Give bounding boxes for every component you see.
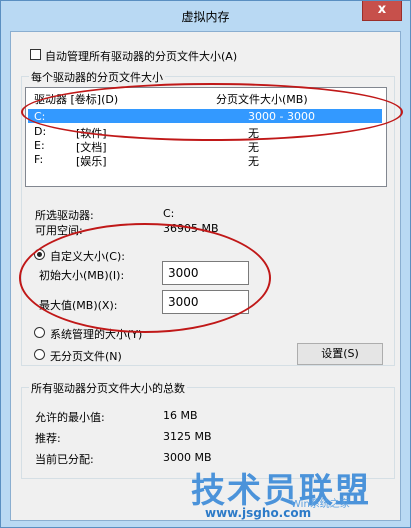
drive-row-f[interactable]: F: [娱乐] 无 (28, 152, 382, 168)
totals-group-label: 所有驱动器分页文件大小的总数 (29, 380, 187, 396)
close-button[interactable]: x (362, 1, 402, 21)
annotation-ellipse-drive-c (21, 83, 403, 141)
no-paging-file-radio[interactable] (34, 349, 45, 360)
window-title: 虚拟内存 (181, 10, 230, 24)
drive-letter: F: (34, 153, 44, 166)
auto-manage-checkbox[interactable] (30, 49, 41, 60)
drive-size: 无 (248, 155, 259, 168)
selected-drive-value: C: (163, 207, 175, 220)
selected-drive-label: 所选驱动器: (35, 209, 94, 222)
min-allowed-label: 允许的最小值: (35, 411, 105, 424)
recommended-value: 3125 MB (163, 430, 212, 443)
system-managed-radio[interactable] (34, 327, 45, 338)
recommended-label: 推荐: (35, 432, 61, 445)
drive-label: [娱乐] (76, 155, 107, 168)
virtual-memory-dialog: 虚拟内存 x 自动管理所有驱动器的分页文件大小(A) 每个驱动器的分页文件大小 … (0, 0, 411, 528)
current-allocated-label: 当前已分配: (35, 453, 94, 466)
annotation-ellipse-custom-size (19, 223, 271, 333)
drive-letter: D: (34, 125, 47, 138)
no-paging-file-label[interactable]: 无分页文件(N) (50, 348, 122, 364)
drive-letter: E: (34, 139, 45, 152)
min-allowed-value: 16 MB (163, 409, 198, 422)
drives-group-label: 每个驱动器的分页文件大小 (29, 69, 165, 85)
set-button[interactable]: 设置(S) (297, 343, 383, 365)
watermark-url: www.jsgho.com (205, 506, 312, 520)
title-bar[interactable]: 虚拟内存 x (1, 1, 410, 31)
auto-manage-label[interactable]: 自动管理所有驱动器的分页文件大小(A) (45, 48, 237, 64)
